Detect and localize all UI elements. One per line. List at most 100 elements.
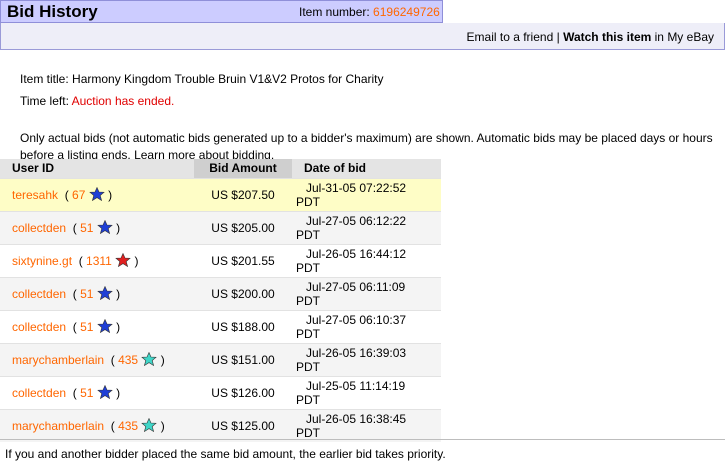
bid-rows: teresahk ( 67 ) US $207.50 Jul-31-05 07:22… — [0, 177, 441, 442]
feedback-score[interactable]: 51 — [80, 386, 93, 400]
red-star-icon[interactable] — [115, 252, 131, 268]
table-row: collectden ( 51 ) US $126.00 Jul-25-05 11:… — [0, 375, 441, 409]
time-left-line: Time left: Auction has ended. — [20, 94, 174, 108]
bidder-user-id[interactable]: collectden — [12, 221, 66, 235]
action-links: Email to a friend | Watch this item in M… — [467, 30, 714, 44]
table-row: sixtynine.gt ( 1311 ) US $201.55 Jul-26-05… — [0, 243, 441, 277]
blue-star-icon[interactable] — [88, 186, 105, 202]
bid-amount: US $200.00 — [194, 276, 292, 310]
bidder-cell: collectden ( 51 ) — [0, 375, 194, 409]
col-user-id: User ID — [0, 159, 194, 178]
item-number: Item number: 6196249726 — [299, 5, 440, 19]
bid-date: Jul-31-05 07:22:52 PDT — [292, 177, 441, 211]
item-number-label: Item number: — [299, 5, 370, 19]
bidder-cell: teresahk ( 67 ) — [0, 177, 194, 211]
table-row: teresahk ( 67 ) US $207.50 Jul-31-05 07:22… — [0, 177, 441, 211]
page-title: Bid History — [7, 2, 98, 21]
bid-date: Jul-25-05 11:14:19 PDT — [292, 375, 441, 409]
page-header: Bid History Item number: 6196249726 — [0, 0, 443, 23]
feedback-open-paren: ( — [75, 254, 87, 268]
bid-amount: US $151.00 — [194, 342, 292, 376]
time-left-label: Time left: — [20, 94, 69, 108]
bid-date-time: Jul-26-05 16:39:03 — [306, 345, 407, 360]
bidder-user-id[interactable]: collectden — [12, 386, 66, 400]
feedback-open-paren: ( — [69, 287, 81, 301]
bid-table: User ID Bid Amount Date of bid teresahk … — [0, 159, 441, 442]
table-row: collectden ( 51 ) US $188.00 Jul-27-05 06:… — [0, 309, 441, 343]
feedback-open-paren: ( — [69, 386, 81, 400]
feedback-score[interactable]: 435 — [118, 353, 138, 367]
feedback-score[interactable]: 51 — [80, 287, 93, 301]
bidder-user-id[interactable]: collectden — [12, 287, 66, 301]
blue-star-icon[interactable] — [96, 219, 113, 235]
footer-note: If you and another bidder placed the sam… — [0, 439, 725, 461]
separator: | — [556, 30, 560, 44]
blue-star-icon[interactable] — [96, 318, 113, 334]
bid-date: Jul-26-05 16:44:12 PDT — [292, 243, 441, 277]
feedback-open-paren: ( — [61, 188, 73, 202]
bidder-user-id[interactable]: marychamberlain — [12, 419, 104, 433]
turquoise-star-icon[interactable] — [141, 418, 158, 433]
feedback-close-paren: ) — [112, 221, 121, 235]
watch-item-link[interactable]: Watch this item — [563, 30, 651, 44]
bid-date: Jul-27-05 06:11:09 PDT — [292, 276, 441, 310]
blue-star-icon[interactable] — [96, 384, 113, 400]
bid-timezone: PDT — [296, 227, 320, 242]
bidder-cell: collectden ( 51 ) — [0, 276, 194, 310]
bid-date: Jul-26-05 16:38:45 PDT — [292, 408, 441, 442]
bidder-user-id[interactable]: sixtynine.gt — [12, 254, 72, 268]
blue-star-icon[interactable] — [96, 285, 113, 301]
bid-timezone: PDT — [296, 392, 320, 407]
bidder-cell: sixtynine.gt ( 1311 ) — [0, 243, 194, 277]
bid-date: Jul-27-05 06:10:37 PDT — [292, 309, 441, 343]
feedback-score[interactable]: 67 — [72, 188, 85, 202]
bid-amount: US $207.50 — [194, 177, 292, 211]
bid-amount: US $188.00 — [194, 309, 292, 343]
col-date: Date of bid — [292, 159, 441, 178]
feedback-score[interactable]: 51 — [80, 320, 93, 334]
feedback-open-paren: ( — [69, 320, 81, 334]
bid-date: Jul-27-05 06:12:22 PDT — [292, 210, 441, 244]
bidder-cell: marychamberlain ( 435 ) — [0, 408, 194, 442]
feedback-close-paren: ) — [112, 320, 121, 334]
bidder-user-id[interactable]: teresahk — [12, 188, 58, 202]
col-bid-amount[interactable]: Bid Amount — [194, 159, 292, 178]
feedback-score[interactable]: 435 — [118, 419, 138, 433]
bid-amount: US $125.00 — [194, 408, 292, 442]
bid-date-time: Jul-25-05 11:14:19 — [306, 378, 406, 393]
item-title: Harmony Kingdom Trouble Bruin V1&V2 Prot… — [72, 72, 384, 86]
feedback-close-paren: ) — [104, 188, 113, 202]
time-left-value: Auction has ended. — [71, 94, 175, 108]
bid-timezone: PDT — [296, 425, 320, 440]
bid-date-time: Jul-31-05 07:22:52 — [306, 180, 407, 195]
bidder-user-id[interactable]: marychamberlain — [12, 353, 104, 367]
feedback-score[interactable]: 1311 — [86, 254, 112, 268]
table-header-row: User ID Bid Amount Date of bid — [0, 159, 441, 178]
feedback-score[interactable]: 51 — [80, 221, 93, 235]
bid-date-time: Jul-26-05 16:44:12 — [306, 246, 407, 261]
bid-date: Jul-26-05 16:39:03 PDT — [292, 342, 441, 376]
bid-amount: US $126.00 — [194, 375, 292, 409]
table-row: collectden ( 51 ) US $205.00 Jul-27-05 06:… — [0, 210, 441, 244]
feedback-close-paren: ) — [157, 419, 165, 434]
feedback-open-paren: ( — [69, 221, 81, 235]
feedback-close-paren: ) — [157, 353, 165, 367]
table-row: collectden ( 51 ) US $200.00 Jul-27-05 06:… — [0, 276, 441, 310]
item-number-link[interactable]: 6196249726 — [373, 5, 440, 19]
table-row: marychamberlain ( 435 ) US $125.00 Jul-26-… — [0, 408, 441, 442]
bid-timezone: PDT — [296, 260, 320, 275]
bid-amount: US $205.00 — [194, 210, 292, 244]
feedback-close-paren: ) — [112, 386, 121, 400]
bid-date-time: Jul-27-05 06:11:09 — [306, 279, 406, 294]
bidder-cell: marychamberlain ( 435 ) — [0, 342, 194, 376]
bidder-user-id[interactable]: collectden — [12, 320, 66, 334]
bid-date-time: Jul-27-05 06:12:22 — [306, 213, 407, 228]
bid-timezone: PDT — [296, 293, 320, 308]
feedback-open-paren: ( — [107, 353, 119, 367]
bidder-cell: collectden ( 51 ) — [0, 309, 194, 343]
feedback-close-paren: ) — [131, 254, 139, 268]
table-row: marychamberlain ( 435 ) US $151.00 Jul-26-… — [0, 342, 441, 376]
turquoise-star-icon[interactable] — [141, 351, 158, 367]
email-friend-link[interactable]: Email to a friend — [467, 30, 554, 44]
bid-amount: US $201.55 — [194, 243, 292, 277]
